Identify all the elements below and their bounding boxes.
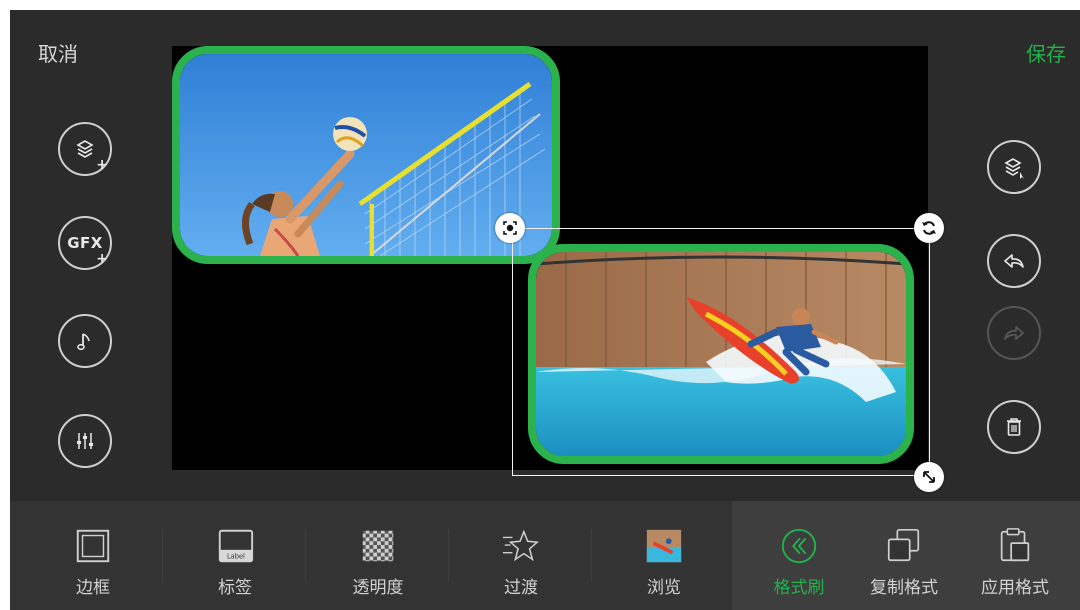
tool-browse[interactable]: 浏览 bbox=[599, 501, 729, 610]
add-layer-button[interactable]: + bbox=[58, 122, 112, 176]
audio-mixer-button[interactable] bbox=[58, 414, 112, 468]
gfx-label: GFX bbox=[67, 234, 103, 252]
undo-button[interactable] bbox=[987, 234, 1041, 288]
select-layer-button[interactable] bbox=[987, 140, 1041, 194]
format-brush-icon bbox=[781, 528, 817, 564]
copy-format-icon bbox=[887, 528, 920, 562]
label-icon-text: Label bbox=[227, 552, 245, 560]
tool-label-label: 标签 bbox=[218, 578, 252, 598]
tool-format-brush-label: 格式刷 bbox=[773, 578, 825, 598]
frame-icon bbox=[76, 529, 110, 563]
delete-button[interactable] bbox=[987, 400, 1041, 454]
tool-browse-label: 浏览 bbox=[647, 578, 681, 598]
star-transition-icon bbox=[502, 529, 540, 562]
divider bbox=[591, 529, 592, 581]
surfer-photo bbox=[536, 252, 906, 456]
cancel-button[interactable]: 取消 bbox=[38, 38, 78, 67]
divider bbox=[305, 529, 306, 581]
resize-handle[interactable] bbox=[914, 462, 944, 492]
resize-icon bbox=[923, 471, 935, 483]
tool-label[interactable]: Label 标签 bbox=[170, 501, 300, 610]
music-note-icon bbox=[77, 333, 90, 351]
surfer-clip[interactable] bbox=[528, 244, 914, 464]
tool-apply-format[interactable]: 应用格式 bbox=[950, 501, 1080, 610]
layers-pointer-icon bbox=[1004, 158, 1024, 179]
thumbnail-icon bbox=[646, 529, 682, 563]
plus-icon: + bbox=[96, 157, 108, 173]
bottom-toolbar: 边框 Label 标签 透明度 过渡 浏览 格式刷 复制格式 应用格式 bbox=[10, 501, 1080, 610]
divider bbox=[448, 529, 449, 581]
center-icon bbox=[503, 221, 517, 235]
tool-apply-format-label: 应用格式 bbox=[981, 578, 1049, 598]
divider bbox=[162, 529, 163, 581]
tool-border[interactable]: 边框 bbox=[28, 501, 158, 610]
trash-icon bbox=[1007, 418, 1021, 436]
rotate-handle[interactable] bbox=[914, 213, 944, 243]
tool-transparency[interactable]: 透明度 bbox=[313, 501, 443, 610]
tool-transparency-label: 透明度 bbox=[352, 578, 404, 598]
tool-transition-label: 过渡 bbox=[504, 578, 538, 598]
music-button[interactable] bbox=[58, 314, 112, 368]
center-handle[interactable] bbox=[495, 213, 525, 243]
redo-icon bbox=[1004, 326, 1024, 340]
tool-transition[interactable]: 过渡 bbox=[456, 501, 586, 610]
tool-copy-format-label: 复制格式 bbox=[870, 578, 938, 598]
add-gfx-button[interactable]: GFX + bbox=[58, 216, 112, 270]
transparency-icon bbox=[362, 530, 394, 562]
redo-button[interactable] bbox=[987, 306, 1041, 360]
apply-format-icon bbox=[1000, 528, 1030, 562]
undo-icon bbox=[1004, 254, 1024, 268]
video-canvas[interactable] bbox=[172, 46, 928, 470]
label-icon: Label bbox=[218, 529, 254, 563]
sliders-icon bbox=[77, 433, 93, 449]
rotate-icon bbox=[922, 221, 936, 235]
plus-icon: + bbox=[96, 251, 108, 267]
editor-app: 取消 保存 + GFX + 边框 Label 标签 透明度 过渡 浏览 格式刷 … bbox=[10, 10, 1080, 610]
save-button[interactable]: 保存 bbox=[1026, 38, 1066, 67]
tool-border-label: 边框 bbox=[76, 578, 110, 598]
